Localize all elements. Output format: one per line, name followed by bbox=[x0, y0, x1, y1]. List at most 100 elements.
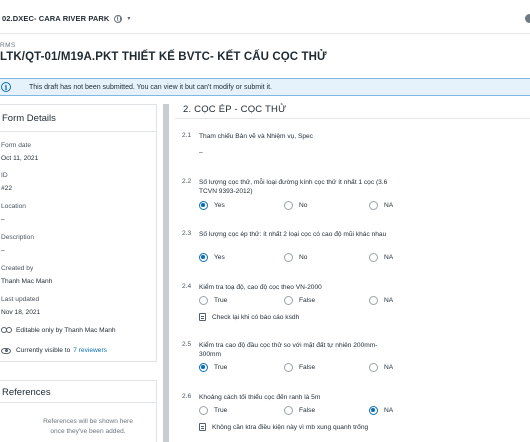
radio-selected-icon[interactable] bbox=[199, 253, 208, 262]
option-label: True bbox=[214, 364, 228, 371]
radio-option-na[interactable]: NA bbox=[369, 406, 393, 415]
note-icon bbox=[199, 423, 206, 431]
last-updated-label: Last updated bbox=[1, 296, 40, 303]
eye-icon bbox=[1, 347, 11, 354]
radio-icon[interactable] bbox=[284, 253, 293, 262]
breadcrumb[interactable]: RMS bbox=[0, 42, 16, 49]
description-label: Description bbox=[1, 234, 34, 241]
visibility-row: Currently visible to 7 reviewers bbox=[1, 347, 107, 354]
radio-option-na[interactable]: NA bbox=[369, 201, 393, 210]
location-value: – bbox=[1, 216, 5, 223]
question-number: 2.4 bbox=[182, 283, 192, 290]
question-text: Kiểm tra cao độ đầu cọc thử so với mặt đ… bbox=[199, 342, 378, 358]
option-label: NA bbox=[384, 297, 394, 304]
radio-icon[interactable] bbox=[284, 406, 293, 415]
form-date-label: Form date bbox=[1, 142, 32, 149]
globe-icon bbox=[114, 14, 123, 23]
panel-scrollbar[interactable] bbox=[163, 104, 169, 442]
question-text: Khoảng cách tối thiểu cọc đến ranh là 5m bbox=[199, 394, 321, 401]
option-label: NA bbox=[384, 407, 394, 414]
radio-icon[interactable] bbox=[284, 296, 293, 305]
chevron-down-icon[interactable]: ▾ bbox=[127, 15, 130, 22]
radio-icon[interactable] bbox=[369, 201, 378, 210]
question-note: Không cần ktra điều kiện này vì mb xung … bbox=[199, 423, 368, 431]
radio-icon[interactable] bbox=[369, 253, 378, 262]
references-empty-line-2: once they've been added. bbox=[50, 428, 126, 435]
created-by-value: Thanh Mac Manh bbox=[1, 278, 53, 285]
radio-option-no[interactable]: No bbox=[284, 253, 307, 262]
radio-option-false[interactable]: False bbox=[284, 406, 315, 415]
question-number: 2.5 bbox=[182, 341, 192, 348]
editable-by-row: Editable only by Thanh Mac Manh bbox=[1, 327, 116, 334]
option-label: True bbox=[214, 297, 228, 304]
last-updated-value: Nov 18, 2021 bbox=[1, 309, 41, 316]
radio-icon[interactable] bbox=[369, 296, 378, 305]
radio-option-na[interactable]: NA bbox=[369, 253, 393, 262]
form-details-title: Form Details bbox=[0, 105, 156, 132]
radio-icon[interactable] bbox=[199, 406, 208, 415]
option-label: NA bbox=[384, 364, 394, 371]
question-note: Check lại khi có báo cáo ksdh bbox=[199, 313, 299, 321]
note-text: Check lại khi có báo cáo ksdh bbox=[212, 313, 300, 321]
option-label: False bbox=[299, 407, 316, 414]
project-name: 02.DXEC- CARA RIVER PARK bbox=[2, 14, 110, 23]
question-text: Kiểm tra toạ độ, cao độ cọc theo VN-2000 bbox=[199, 284, 322, 291]
question-number: 2.1 bbox=[182, 132, 192, 139]
radio-selected-icon[interactable] bbox=[199, 201, 208, 210]
note-text: Không cần ktra điều kiện này vì mb xung … bbox=[212, 423, 369, 431]
references-title: References bbox=[0, 381, 156, 403]
option-label: Yes bbox=[214, 254, 225, 261]
location-label: Location bbox=[1, 203, 26, 210]
option-label: No bbox=[299, 202, 308, 209]
option-label: NA bbox=[384, 202, 394, 209]
radio-option-true[interactable]: True bbox=[199, 363, 227, 372]
editable-by-text: Editable only by Thanh Mac Manh bbox=[16, 327, 116, 334]
page-title: LTK/QT-01/M19A.PKT THIẾT KẾ BVTC- KẾT CẤ… bbox=[0, 51, 327, 63]
radio-option-false[interactable]: False bbox=[284, 296, 315, 305]
radio-option-false[interactable]: False bbox=[284, 363, 315, 372]
question-answer: – bbox=[199, 149, 203, 156]
id-value: #22 bbox=[1, 185, 13, 192]
form-content: 2. CỌC ÉP - CỌC THỬ 2.1 Tham chiếu Bản v… bbox=[175, 96, 530, 442]
radio-option-na[interactable]: NA bbox=[369, 296, 393, 305]
question-text: Số lượng cọc ép thử: ít nhất 2 loại cọc … bbox=[199, 231, 387, 238]
option-label: NA bbox=[384, 254, 394, 261]
option-label: False bbox=[299, 364, 316, 371]
section-title: 2. CỌC ÉP - CỌC THỬ bbox=[183, 104, 287, 115]
option-label: False bbox=[299, 297, 316, 304]
visibility-text: Currently visible to bbox=[16, 347, 71, 354]
radio-selected-icon[interactable] bbox=[199, 363, 208, 372]
radio-option-true[interactable]: True bbox=[199, 406, 227, 415]
id-label: ID bbox=[1, 172, 8, 179]
draft-banner: i This draft has not been submitted. You… bbox=[0, 78, 530, 96]
radio-option-true[interactable]: True bbox=[199, 296, 227, 305]
question-number: 2.2 bbox=[182, 178, 192, 185]
details-sidebar: Form Details Form date Oct 11, 2021 ID #… bbox=[0, 104, 157, 442]
banner-text: This draft has not been submitted. You c… bbox=[29, 83, 272, 91]
references-panel: References References will be shown here… bbox=[0, 380, 157, 442]
option-label: No bbox=[299, 254, 308, 261]
avatar[interactable] bbox=[525, 14, 530, 23]
question-text: Tham chiếu Bản vẽ và Nhiệm vụ, Spec bbox=[199, 133, 313, 140]
question-number: 2.3 bbox=[182, 230, 192, 237]
radio-icon[interactable] bbox=[284, 363, 293, 372]
option-label: True bbox=[214, 407, 228, 414]
reviewers-link[interactable]: 7 reviewers bbox=[73, 347, 107, 354]
question-text: Số lượng cọc thử, mỗi loại đường kính cọ… bbox=[199, 179, 388, 195]
radio-option-yes[interactable]: Yes bbox=[199, 253, 225, 262]
question-number: 2.6 bbox=[182, 393, 192, 400]
form-date-value: Oct 11, 2021 bbox=[1, 155, 39, 162]
radio-icon[interactable] bbox=[199, 296, 208, 305]
project-selector[interactable]: 02.DXEC- CARA RIVER PARK ▾ bbox=[2, 14, 131, 23]
info-icon: i bbox=[1, 82, 11, 92]
radio-option-na[interactable]: NA bbox=[369, 363, 393, 372]
radio-option-yes[interactable]: Yes bbox=[199, 201, 225, 210]
radio-option-no[interactable]: No bbox=[284, 201, 307, 210]
description-value: – bbox=[1, 247, 5, 254]
radio-selected-icon[interactable] bbox=[369, 406, 378, 415]
project-bar: 02.DXEC- CARA RIVER PARK ▾ bbox=[0, 0, 530, 34]
note-icon bbox=[199, 313, 206, 321]
radio-icon[interactable] bbox=[284, 201, 293, 210]
radio-icon[interactable] bbox=[369, 363, 378, 372]
created-by-label: Created by bbox=[1, 265, 34, 272]
